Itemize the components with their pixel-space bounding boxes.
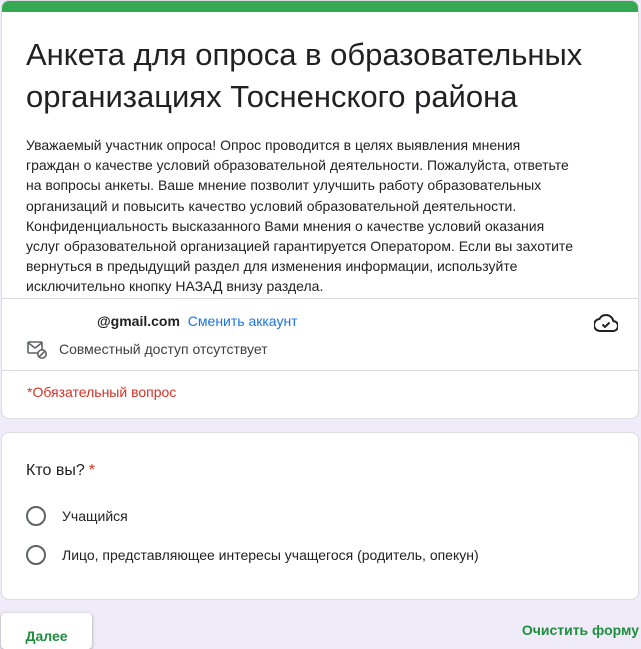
form-description: Уважаемый участник опроса! Опрос проводи… bbox=[26, 137, 573, 295]
option-label: Лицо, представляющее интересы учащегося … bbox=[62, 547, 479, 563]
switch-account-link[interactable]: Сменить аккаунт bbox=[188, 313, 298, 329]
no-share-email-icon bbox=[27, 341, 47, 359]
question-card: Кто вы? * Учащийся Лицо, представляющее и… bbox=[1, 432, 639, 600]
radio-button[interactable] bbox=[26, 545, 46, 565]
account-email: @gmail.com bbox=[97, 313, 180, 329]
question-text: Кто вы? bbox=[26, 462, 85, 479]
option-label: Учащийся bbox=[62, 508, 128, 524]
radio-button[interactable] bbox=[26, 506, 46, 526]
sharing-status: Совместный доступ отсутствует bbox=[27, 339, 268, 359]
radio-option-parent[interactable]: Лицо, представляющее интересы учащегося … bbox=[26, 545, 479, 565]
required-note: *Обязательный вопрос bbox=[27, 384, 177, 400]
question-title: Кто вы? * bbox=[26, 459, 95, 483]
account-row: @gmail.com Сменить аккаунт bbox=[97, 311, 298, 331]
divider bbox=[2, 298, 638, 299]
form-title: Анкета для опроса в образовательных орга… bbox=[26, 37, 583, 114]
radio-option-student[interactable]: Учащийся bbox=[26, 506, 128, 526]
accent-bar bbox=[2, 1, 638, 12]
divider bbox=[2, 370, 638, 371]
form-header-card: Анкета для опроса в образовательных орга… bbox=[1, 0, 639, 419]
sharing-label: Совместный доступ отсутствует bbox=[59, 341, 268, 357]
next-button[interactable]: Далее bbox=[1, 613, 92, 649]
required-asterisk: * bbox=[88, 462, 95, 479]
cloud-saved-icon[interactable] bbox=[594, 313, 618, 333]
clear-form-button[interactable]: Очистить форму bbox=[522, 622, 639, 638]
